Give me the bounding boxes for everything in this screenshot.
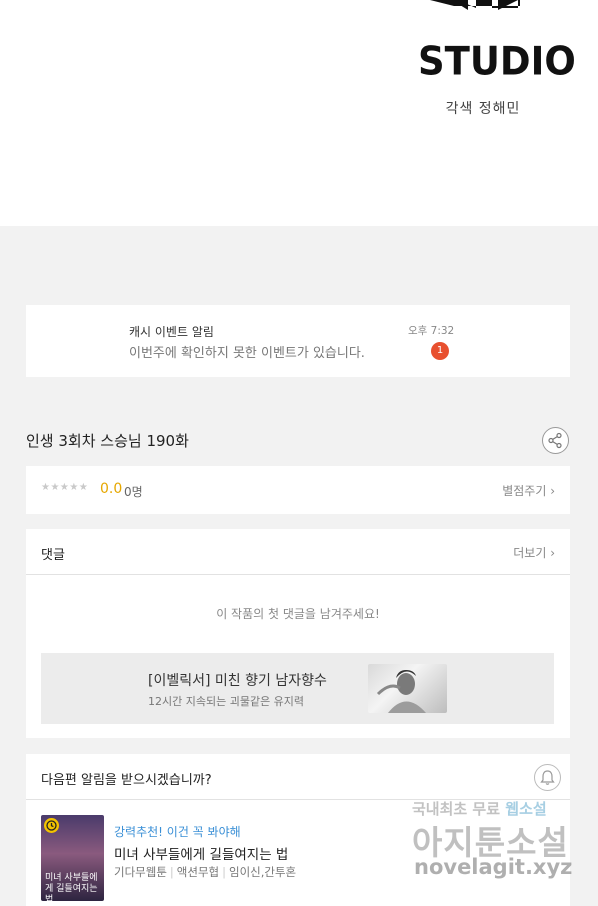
recommendation-label: 강력추천! 이건 꼭 봐야해 (114, 825, 241, 839)
alarm-header: 다음편 알림을 받으시겠습니까? (26, 754, 570, 800)
ad-subtitle: 12시간 지속되는 괴물같은 유지력 (148, 695, 305, 708)
studio-logo-text: STUDIO (418, 38, 576, 85)
recommendation-thumbnail[interactable]: 미녀 사부들에게 길들여지는 법 (41, 815, 104, 901)
recommendation-tags: 기다무웹툰 | 액션무협 | 임이신,간투혼 (114, 865, 297, 879)
recommendation-tag: 임이신,간투혼 (228, 865, 297, 879)
event-notice-card[interactable]: 캐시 이벤트 알림 이번주에 확인하지 못한 이벤트가 있습니다. 오후 7:3… (26, 305, 570, 377)
rating-count: 0명 (124, 485, 143, 499)
share-button[interactable] (542, 427, 569, 454)
recommendation-title[interactable]: 미녀 사부들에게 길들여지는 법 (114, 843, 288, 863)
rating-card: ★★★★★ 0.0 0명 별점주기 › (26, 466, 570, 514)
comments-header: 댓글 더보기 › (26, 529, 570, 575)
comments-card: 댓글 더보기 › 이 작품의 첫 댓글을 남겨주세요! [이벨릭서] 미친 향기… (26, 529, 570, 738)
rate-button[interactable]: 별점주기 › (502, 482, 555, 499)
bell-icon (540, 770, 555, 785)
ad-banner[interactable]: [이벨릭서] 미친 향기 남자향수 12시간 지속되는 괴물같은 유지력 (41, 653, 554, 724)
thumbnail-title-art: 미녀 사부들에게 길들여지는 법 (45, 873, 98, 901)
notice-body: 이번주에 확인하지 못한 이벤트가 있습니다. (129, 346, 365, 361)
comments-more-link[interactable]: 더보기 › (513, 544, 555, 561)
comments-title: 댓글 (41, 548, 65, 563)
alarm-question: 다음편 알림을 받으시겠습니까? (41, 773, 212, 788)
adaptation-credit: 각색 정해민 (445, 101, 521, 117)
recommendation-tag: 액션무협 (176, 865, 220, 879)
recommendation-tag: 기다무웹툰 (114, 865, 167, 879)
notice-time: 오후 7:32 (408, 325, 455, 337)
notice-count-badge: 1 (431, 342, 449, 360)
ad-image (368, 664, 447, 713)
rating-stars: ★★★★★ (41, 482, 89, 493)
rating-score: 0.0 (100, 481, 123, 497)
ad-title: [이벨릭서] 미친 향기 남자향수 (148, 673, 327, 689)
notice-title: 캐시 이벤트 알림 (129, 325, 214, 339)
next-episode-alarm-card: 다음편 알림을 받으시겠습니까? 미녀 사부들에게 길들여지는 법 강력추천! … (26, 754, 570, 906)
episode-end-panel: STUDIO 각색 정해민 (0, 0, 598, 226)
clock-icon (44, 818, 59, 833)
alarm-toggle-button[interactable] (534, 764, 561, 791)
comments-empty-message: 이 작품의 첫 댓글을 남겨주세요! (216, 607, 380, 621)
episode-title: 인생 3회차 스승님 190화 (26, 432, 189, 450)
share-icon (548, 432, 562, 449)
